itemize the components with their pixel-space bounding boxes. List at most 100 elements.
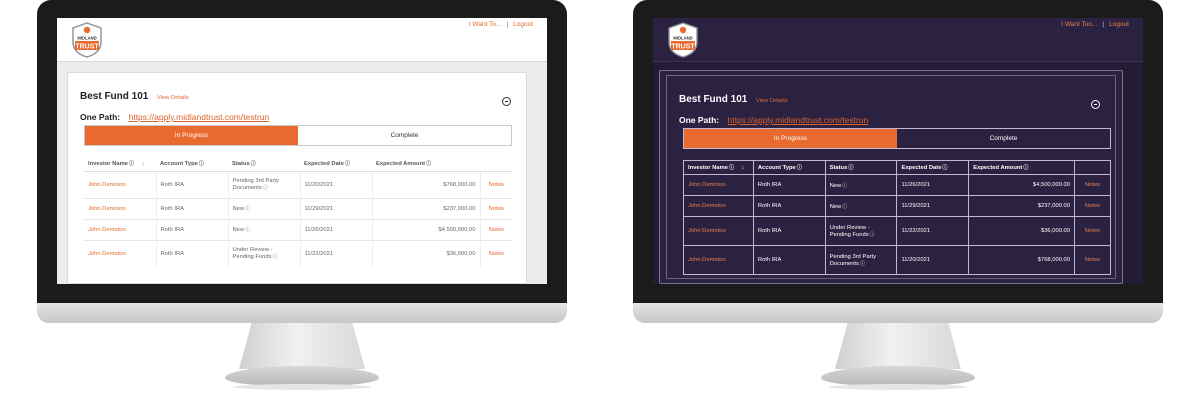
view-details-link[interactable]: View Details	[756, 98, 788, 104]
column-header-expected-amount[interactable]: Expected Amountⓘ	[372, 157, 480, 172]
top-links: I Want To... | Logout	[469, 21, 533, 28]
arrow-down-icon[interactable]: ↓	[142, 161, 145, 167]
collapse-minus-icon[interactable]	[1091, 100, 1100, 109]
notes-link[interactable]: Notes	[480, 197, 512, 219]
screen-light: MIDLAND TRUST I Want To... | Logout Best F…	[57, 18, 547, 284]
status-cell: Newⓘ	[228, 197, 301, 219]
screen-body: Best Fund 101 View Details One Path: htt…	[57, 62, 547, 284]
expected-date-cell: 11/29/2021	[300, 197, 373, 219]
info-circle-icon[interactable]: ⓘ	[245, 227, 250, 233]
column-header-investor-name[interactable]: Investor Nameⓘ ↓	[683, 160, 754, 175]
investor-name-link[interactable]: John Demotoo	[683, 195, 754, 217]
status-cell: Pending 3rd Party Documentsⓘ	[228, 170, 301, 198]
info-circle-icon[interactable]: ⓘ	[870, 232, 875, 238]
expected-amount-cell: $768,000.00	[968, 245, 1075, 275]
investor-name-link[interactable]: John Demotoo	[84, 218, 157, 240]
investor-name-link[interactable]: John Demotoo	[84, 197, 157, 219]
info-circle-icon: ⓘ	[848, 165, 854, 171]
monitor-dark: MIDLAND TRUST I Want Too... | Logout Best …	[633, 0, 1163, 400]
column-header-account-type[interactable]: Account Typeⓘ	[156, 157, 228, 172]
info-circle-icon[interactable]: ⓘ	[842, 204, 847, 210]
info-circle-icon[interactable]: ⓘ	[273, 254, 278, 260]
status-cell: Newⓘ	[824, 195, 898, 217]
link-separator: |	[1102, 21, 1105, 28]
notes-link[interactable]: Notes	[480, 239, 512, 267]
monitor-base-shadow	[829, 384, 967, 390]
info-circle-icon: ⓘ	[796, 165, 802, 171]
view-details-link[interactable]: View Details	[157, 95, 189, 101]
tab-in-progress[interactable]: In Progress	[85, 126, 298, 145]
logout-link[interactable]: Logout	[1109, 21, 1129, 28]
collapse-minus-icon[interactable]	[502, 97, 511, 106]
logo-text-bottom: TRUST	[671, 43, 695, 50]
column-header-status[interactable]: Statusⓘ	[228, 157, 300, 172]
status-cell: Newⓘ	[228, 218, 301, 240]
notes-link[interactable]: Notes	[480, 218, 512, 240]
table-header-row: Investor Nameⓘ ↓ Account Typeⓘ Statusⓘ E…	[84, 157, 512, 172]
info-circle-icon[interactable]: ⓘ	[842, 183, 847, 189]
investor-table: Investor Nameⓘ ↓ Account Typeⓘ Statusⓘ E…	[84, 157, 512, 267]
info-circle-icon: ⓘ	[198, 161, 204, 168]
table-row: John Demotoo Roth IRA Newⓘ 11/26/2021 $4…	[84, 218, 512, 240]
tab-complete[interactable]: Complete	[897, 129, 1110, 148]
tab-complete[interactable]: Complete	[298, 126, 511, 145]
notes-link[interactable]: Notes	[1074, 195, 1111, 217]
investor-name-link[interactable]: John Demotoo	[683, 216, 754, 246]
expected-date-cell: 11/22/2021	[896, 216, 970, 246]
account-type-cell: Roth IRA	[156, 218, 229, 240]
top-links: I Want Too... | Logout	[1061, 21, 1129, 28]
i-want-to-link[interactable]: I Want Too...	[1061, 21, 1097, 28]
info-circle-icon: ⓘ	[942, 165, 948, 171]
expected-date-cell: 11/29/2021	[896, 195, 970, 217]
expected-amount-cell: $4,500,000.00	[968, 174, 1075, 196]
one-path-url-link[interactable]: https://apply.midlandtrust.com/testrun	[728, 115, 869, 125]
info-circle-icon[interactable]: ⓘ	[263, 185, 268, 191]
arrow-down-icon[interactable]: ↓	[742, 165, 745, 171]
stage: MIDLAND TRUST I Want To... | Logout Best F…	[0, 0, 1200, 400]
column-header-notes	[1074, 160, 1111, 175]
investor-name-link[interactable]: John Demotoo	[683, 245, 754, 275]
fund-panel-inner: Best Fund 101 View Details One Path: htt…	[666, 75, 1116, 279]
logo-text-bottom: TRUST	[75, 43, 99, 50]
investor-table: Investor Nameⓘ ↓ Account Typeⓘ Statusⓘ E…	[683, 160, 1111, 275]
expected-amount-cell: $237,000.00	[968, 195, 1075, 217]
monitor-stand-base	[821, 366, 975, 386]
notes-link[interactable]: Notes	[480, 170, 512, 198]
investor-name-link[interactable]: John Demotoo	[683, 174, 754, 196]
notes-link[interactable]: Notes	[1074, 245, 1111, 275]
info-circle-icon: ⓘ	[426, 161, 432, 168]
one-path-url-link[interactable]: https://apply.midlandtrust.com/testrun	[129, 112, 270, 122]
account-type-cell: Roth IRA	[156, 239, 229, 267]
column-header-investor-name[interactable]: Investor Nameⓘ ↓	[84, 157, 156, 172]
expected-date-cell: 11/26/2021	[300, 218, 373, 240]
column-header-expected-amount[interactable]: Expected Amountⓘ	[968, 160, 1075, 175]
table-row: John Demotoo Roth IRA Under Review - Pend…	[683, 216, 1111, 246]
info-circle-icon: ⓘ	[344, 161, 350, 168]
notes-link[interactable]: Notes	[1074, 216, 1111, 246]
account-type-cell: Roth IRA	[752, 195, 826, 217]
logout-link[interactable]: Logout	[513, 21, 533, 28]
status-cell: Pending 3rd Party Documentsⓘ	[824, 245, 898, 275]
account-type-cell: Roth IRA	[156, 197, 229, 219]
info-circle-icon[interactable]: ⓘ	[245, 206, 250, 212]
column-header-status[interactable]: Statusⓘ	[824, 160, 898, 175]
expected-date-cell: 11/20/2021	[896, 245, 970, 275]
tab-in-progress[interactable]: In Progress	[684, 129, 897, 148]
link-separator: |	[506, 21, 509, 28]
monitor-chin	[633, 303, 1163, 323]
screen-body: Best Fund 101 View Details One Path: htt…	[653, 62, 1143, 284]
column-header-expected-date[interactable]: Expected Dateⓘ	[896, 160, 970, 175]
info-circle-icon[interactable]: ⓘ	[860, 261, 865, 267]
midland-trust-logo[interactable]: MIDLAND TRUST	[71, 22, 103, 58]
i-want-to-link[interactable]: I Want To...	[469, 21, 502, 28]
notes-link[interactable]: Notes	[1074, 174, 1111, 196]
investor-name-link[interactable]: John Demotoo	[84, 239, 157, 267]
column-header-expected-date[interactable]: Expected Dateⓘ	[300, 157, 372, 172]
expected-amount-cell: $768,000.00	[372, 170, 481, 198]
column-header-account-type[interactable]: Account Typeⓘ	[752, 160, 826, 175]
monitor-stand-neck	[835, 323, 961, 369]
table-row: John Demotoo Roth IRA Newⓘ 11/29/2021 $2…	[84, 197, 512, 219]
investor-name-link[interactable]: John Demotoo	[84, 170, 157, 198]
midland-trust-logo[interactable]: MIDLAND TRUST	[667, 22, 699, 58]
account-type-cell: Roth IRA	[156, 170, 229, 198]
